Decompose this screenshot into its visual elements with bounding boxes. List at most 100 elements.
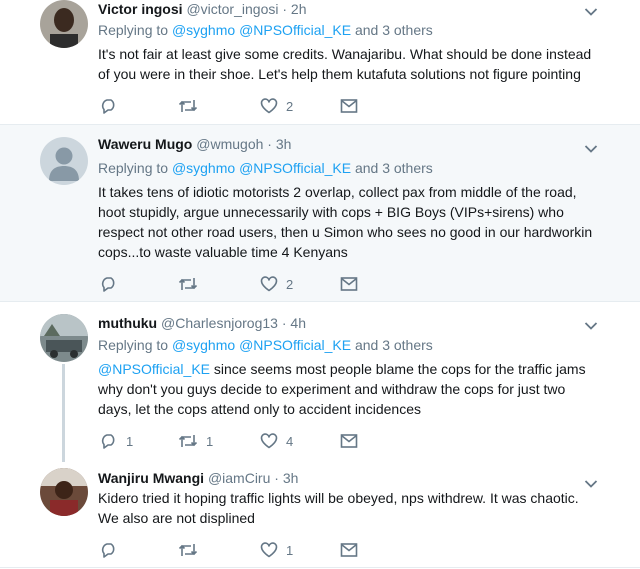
like-icon xyxy=(260,542,278,558)
retweet-icon xyxy=(178,100,198,112)
mention-link[interactable]: @NPSOfficial_KE xyxy=(98,361,210,377)
reply-count: 1 xyxy=(126,433,134,449)
tweet-line: cops...to waste valuable time 4 Kenyans xyxy=(98,244,348,260)
mention-link[interactable]: @NPSOfficial_KE xyxy=(239,160,351,176)
reply-button[interactable] xyxy=(100,540,126,560)
like-count: 2 xyxy=(286,276,294,292)
tweet-line: Kidero tried it hoping traffic lights wi… xyxy=(98,490,579,506)
mention-link[interactable]: @syghmo xyxy=(172,337,235,353)
display-name[interactable]: Waweru Mugo xyxy=(98,136,192,152)
like-button[interactable]: 1 xyxy=(260,540,293,560)
tweet-2[interactable]: Waweru Mugo @wmugoh · 3h Replying to @sy… xyxy=(0,125,640,301)
timestamp[interactable]: 4h xyxy=(290,315,306,331)
timestamp[interactable]: 3h xyxy=(283,470,299,486)
divider xyxy=(0,567,640,568)
display-name[interactable]: muthuku xyxy=(98,315,157,331)
tweet-header: Victor ingosi @victor_ingosi · 2h xyxy=(98,0,307,18)
mention-link[interactable]: @syghmo xyxy=(172,160,235,176)
tweet-header: muthuku @Charlesnjorog13 · 4h xyxy=(98,314,306,332)
direct-message-icon xyxy=(340,543,358,557)
replying-to: Replying to @syghmo @NPSOfficial_KE and … xyxy=(98,21,433,39)
tweet-line-text: since seems most people blame the cops f… xyxy=(210,361,586,377)
like-count: 1 xyxy=(286,542,294,558)
user-handle[interactable]: @wmugoh xyxy=(196,136,263,152)
like-button[interactable]: 2 xyxy=(260,96,293,116)
user-handle[interactable]: @iamCiru xyxy=(208,470,270,486)
chevron-down-icon[interactable] xyxy=(584,318,598,330)
replying-to-label: Replying to xyxy=(98,337,169,353)
replying-to: Replying to @syghmo @NPSOfficial_KE and … xyxy=(98,159,433,177)
chevron-down-icon[interactable] xyxy=(584,4,598,16)
like-count: 2 xyxy=(286,98,294,114)
like-icon xyxy=(260,98,278,114)
direct-message-button[interactable] xyxy=(340,431,358,451)
others-label[interactable]: and 3 others xyxy=(355,160,433,176)
separator-dot: · xyxy=(274,470,279,486)
reply-button[interactable] xyxy=(100,274,126,294)
tweet-text: It takes tens of idiotic motorists 2 ove… xyxy=(98,182,608,262)
replying-to: Replying to @syghmo @NPSOfficial_KE and … xyxy=(98,336,433,354)
display-name[interactable]: Wanjiru Mwangi xyxy=(98,470,204,486)
tweet-4[interactable]: Wanjiru Mwangi @iamCiru · 3h Kidero trie… xyxy=(0,462,640,569)
separator-dot: · xyxy=(281,315,287,331)
display-name[interactable]: Victor ingosi xyxy=(98,1,183,17)
reply-icon xyxy=(101,277,115,292)
mention-link[interactable]: @syghmo xyxy=(172,22,235,38)
mention-link[interactable]: @NPSOfficial_KE xyxy=(239,22,351,38)
direct-message-icon xyxy=(340,277,358,291)
tweet-line: days, let the cops attend only to accide… xyxy=(98,401,421,417)
direct-message-button[interactable] xyxy=(340,540,358,560)
user-handle[interactable]: @Charlesnjorog13 xyxy=(161,315,278,331)
tweet-3[interactable]: muthuku @Charlesnjorog13 · 4h Replying t… xyxy=(0,302,640,462)
mention-link[interactable]: @NPSOfficial_KE xyxy=(239,337,351,353)
replying-to-label: Replying to xyxy=(98,22,169,38)
like-icon xyxy=(260,276,278,292)
replying-to-label: Replying to xyxy=(98,160,169,176)
retweet-button[interactable] xyxy=(178,540,206,560)
timestamp[interactable]: 3h xyxy=(276,136,292,152)
direct-message-icon xyxy=(340,99,358,113)
tweet-text: Kidero tried it hoping traffic lights wi… xyxy=(98,488,608,528)
user-handle[interactable]: @victor_ingosi xyxy=(186,1,278,17)
tweet-line: It's not fair at least give some credits… xyxy=(98,46,592,62)
avatar[interactable] xyxy=(40,314,88,362)
reply-icon xyxy=(101,99,115,114)
tweet-line: respect not other road users, then u Sim… xyxy=(98,224,593,240)
direct-message-button[interactable] xyxy=(340,96,358,116)
others-label[interactable]: and 3 others xyxy=(355,22,433,38)
tweet-text: @NPSOfficial_KE since seems most people … xyxy=(98,359,608,419)
like-count: 4 xyxy=(286,433,294,449)
reply-button[interactable] xyxy=(100,96,126,116)
chevron-down-icon[interactable] xyxy=(584,141,598,153)
retweet-icon xyxy=(178,435,198,447)
direct-message-button[interactable] xyxy=(340,274,358,294)
thread-connector xyxy=(62,364,65,462)
retweet-icon xyxy=(178,278,198,290)
retweet-button[interactable] xyxy=(178,96,206,116)
tweet-line: @NPSOfficial_KE since seems most people … xyxy=(98,359,608,379)
tweet-line: It takes tens of idiotic motorists 2 ove… xyxy=(98,184,577,200)
reply-button[interactable]: 1 xyxy=(100,431,133,451)
retweet-button[interactable] xyxy=(178,274,206,294)
tweet-line: hoot stupidly, argue unnecessarily with … xyxy=(98,204,564,220)
timestamp[interactable]: 2h xyxy=(291,1,307,17)
tweet-line: of you were in their shoe. Let's help th… xyxy=(98,66,581,82)
reply-icon xyxy=(101,543,115,558)
avatar[interactable] xyxy=(40,468,88,516)
avatar[interactable] xyxy=(40,137,88,185)
tweet-text: It's not fair at least give some credits… xyxy=(98,44,608,84)
tweet-header: Wanjiru Mwangi @iamCiru · 3h xyxy=(98,469,298,487)
others-label[interactable]: and 3 others xyxy=(355,337,433,353)
tweet-line: why don't you guys decide to experiment … xyxy=(98,381,566,397)
retweet-button[interactable]: 1 xyxy=(178,431,213,451)
like-button[interactable]: 4 xyxy=(260,431,293,451)
tweet-1[interactable]: Victor ingosi @victor_ingosi · 2h Replyi… xyxy=(0,0,640,124)
avatar[interactable] xyxy=(40,0,88,48)
retweet-count: 1 xyxy=(206,433,214,449)
direct-message-icon xyxy=(340,434,358,448)
like-button[interactable]: 2 xyxy=(260,274,293,294)
chevron-down-icon[interactable] xyxy=(584,476,598,488)
reply-icon xyxy=(101,434,115,449)
separator-dot: · xyxy=(282,1,288,17)
tweet-line: We also are not displined xyxy=(98,510,255,526)
